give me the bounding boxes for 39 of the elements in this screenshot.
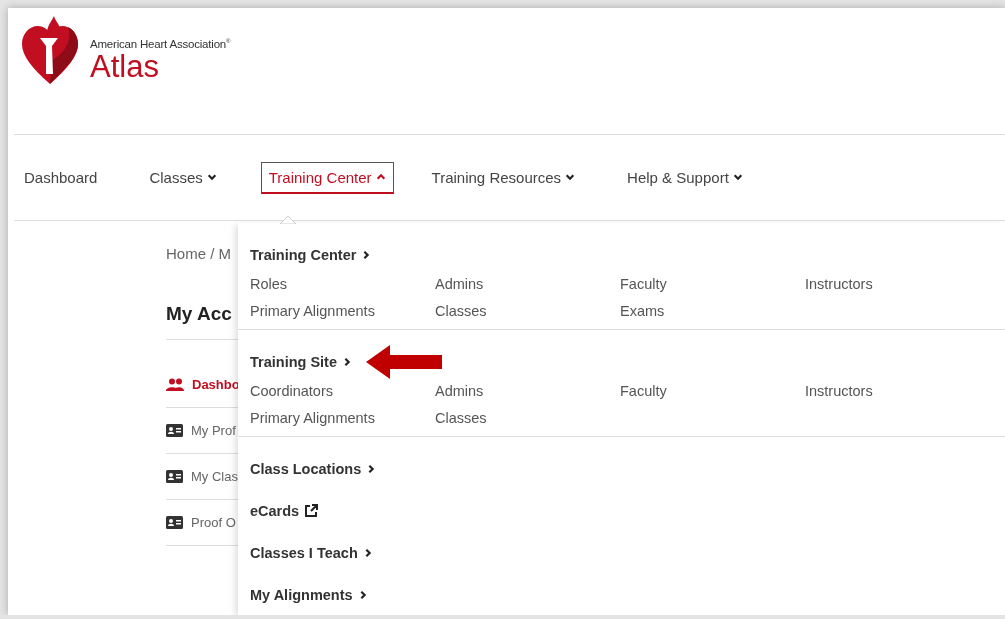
menu-link[interactable]: Exams <box>620 303 805 319</box>
menu-link[interactable]: Instructors <box>805 383 990 399</box>
id-card-icon <box>166 424 183 437</box>
id-card-icon <box>166 516 183 529</box>
menu-link[interactable]: Admins <box>435 276 620 292</box>
menu-link[interactable]: Faculty <box>620 383 805 399</box>
sidebar-link[interactable]: My Clas <box>191 469 238 484</box>
organization-name: American Heart Association$^{®}$ <box>90 38 231 50</box>
menu-link[interactable]: Roles <box>250 276 435 292</box>
menu-link[interactable]: Admins <box>435 383 620 399</box>
sidebar-link[interactable]: Dashbo <box>192 377 240 392</box>
users-icon <box>166 378 184 391</box>
caret-down-icon <box>732 172 743 182</box>
breadcrumb: Home / M <box>166 245 231 262</box>
product-name: Atlas <box>90 51 160 82</box>
external-link-icon <box>304 504 319 518</box>
chevron-right-icon <box>361 250 372 260</box>
menu-section-link[interactable]: Classes I Teach <box>250 545 373 561</box>
menu-link[interactable]: Instructors <box>805 276 990 292</box>
menu-section-link[interactable]: Class Locations <box>250 461 377 477</box>
menu-link[interactable]: Coordinators <box>250 383 435 399</box>
caret-up-icon <box>375 172 386 182</box>
caret-down-icon <box>206 172 217 182</box>
chevron-right-icon <box>342 357 352 367</box>
menu-link[interactable]: Classes <box>435 303 620 319</box>
nav-menu-item[interactable]: Training Center <box>260 161 394 194</box>
caret-down-icon <box>565 172 576 182</box>
menu-link[interactable]: Classes <box>435 410 620 426</box>
sidebar-link[interactable]: My Prof <box>191 423 236 438</box>
heart-torch-logo <box>22 16 78 86</box>
menu-section-link[interactable]: Training Center <box>250 247 372 263</box>
menu-link[interactable]: Faculty <box>620 276 805 292</box>
chevron-right-icon <box>366 464 377 474</box>
id-card-icon <box>166 470 183 483</box>
menu-section-link[interactable]: My Alignments <box>250 587 368 603</box>
menu-section-link[interactable]: Training Site <box>250 354 352 370</box>
menu-link[interactable]: Primary Alignments <box>250 410 435 426</box>
menu-section-link[interactable]: eCards <box>250 503 319 519</box>
sidebar-link[interactable]: Proof O <box>191 515 236 530</box>
